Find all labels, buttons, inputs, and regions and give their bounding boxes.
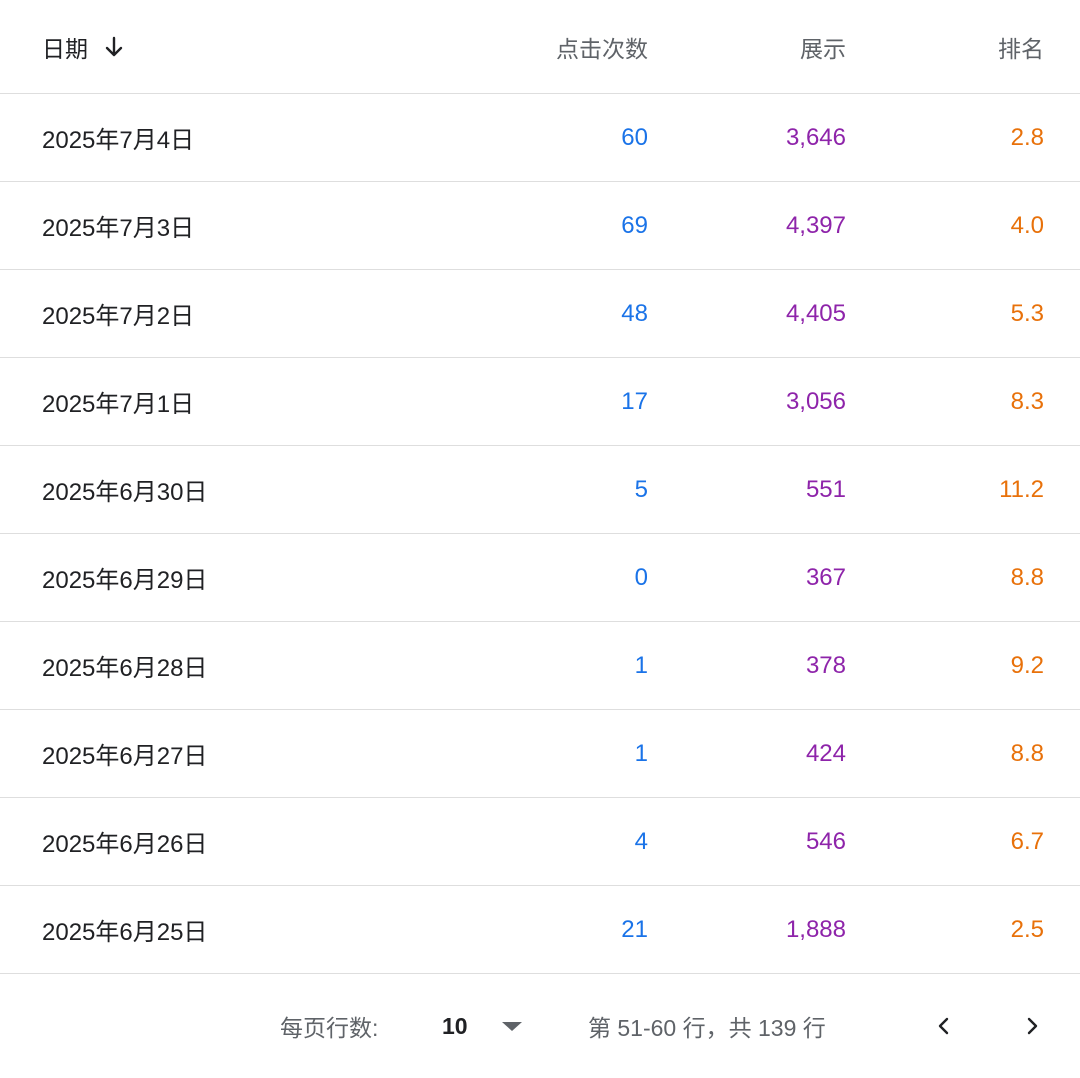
table-row[interactable]: 2025年6月25日 21 1,888 2.5 bbox=[0, 886, 1080, 974]
row-clicks: 17 bbox=[621, 387, 648, 415]
row-date: 2025年6月29日 bbox=[42, 567, 208, 594]
rows-per-page-select[interactable]: 10 bbox=[442, 974, 522, 1078]
performance-table: 日期 点击次数 展示 排名 2025年7月4日 60 3,646 2.8 2025年7月… bbox=[0, 0, 1080, 1078]
rows-per-page-label: 每页行数: bbox=[280, 1015, 379, 1041]
row-impressions: 3,056 bbox=[785, 387, 846, 415]
column-header-date[interactable]: 日期 bbox=[42, 0, 126, 93]
row-clicks: 69 bbox=[621, 211, 648, 239]
row-impressions: 367 bbox=[805, 563, 846, 591]
row-clicks: 21 bbox=[621, 915, 648, 943]
table-row[interactable]: 2025年7月2日 48 4,405 5.3 bbox=[0, 270, 1080, 358]
chevron-right-icon bbox=[1027, 1017, 1038, 1035]
row-position: 5.3 bbox=[1010, 299, 1044, 327]
row-position: 4.0 bbox=[1010, 211, 1044, 239]
page-range-text: 第 51-60 行，共 139 行 bbox=[588, 1015, 826, 1041]
table-row[interactable]: 2025年6月29日 0 367 8.8 bbox=[0, 534, 1080, 622]
dropdown-triangle-icon bbox=[501, 1021, 522, 1031]
row-position: 2.8 bbox=[1010, 123, 1044, 151]
table-header: 日期 点击次数 展示 排名 bbox=[0, 0, 1080, 94]
rows-per-page-value: 10 bbox=[442, 1012, 468, 1039]
arrow-down-icon bbox=[105, 36, 123, 56]
pagination-bar: 每页行数: 10 第 51-60 行，共 139 行 bbox=[0, 974, 1080, 1078]
row-clicks: 5 bbox=[634, 475, 648, 503]
row-impressions: 424 bbox=[805, 739, 846, 767]
column-header-impressions[interactable]: 展示 bbox=[800, 0, 846, 93]
row-date: 2025年6月27日 bbox=[42, 743, 208, 770]
column-header-date-label: 日期 bbox=[42, 35, 88, 62]
column-header-clicks[interactable]: 点击次数 bbox=[556, 0, 648, 93]
table-row[interactable]: 2025年7月3日 69 4,397 4.0 bbox=[0, 182, 1080, 270]
table-body: 2025年7月4日 60 3,646 2.8 2025年7月3日 69 4,397 4.0 20… bbox=[0, 94, 1080, 974]
row-position: 6.7 bbox=[1010, 827, 1044, 855]
row-impressions: 4,397 bbox=[785, 211, 846, 239]
table-row[interactable]: 2025年6月28日 1 378 9.2 bbox=[0, 622, 1080, 710]
row-position: 11.2 bbox=[999, 475, 1044, 503]
row-clicks: 1 bbox=[634, 651, 648, 679]
row-impressions: 378 bbox=[805, 651, 846, 679]
table-row[interactable]: 2025年6月30日 5 551 11.2 bbox=[0, 446, 1080, 534]
row-clicks: 60 bbox=[621, 123, 648, 151]
table-row[interactable]: 2025年7月4日 60 3,646 2.8 bbox=[0, 94, 1080, 182]
row-position: 8.8 bbox=[1010, 739, 1044, 767]
row-impressions: 546 bbox=[805, 827, 846, 855]
row-date: 2025年6月28日 bbox=[42, 655, 208, 682]
row-date: 2025年7月4日 bbox=[42, 127, 195, 154]
row-clicks: 0 bbox=[634, 563, 648, 591]
table-row[interactable]: 2025年6月27日 1 424 8.8 bbox=[0, 710, 1080, 798]
row-clicks: 1 bbox=[634, 739, 648, 767]
chevron-left-icon bbox=[938, 1017, 949, 1035]
row-position: 8.8 bbox=[1010, 563, 1044, 591]
prev-page-button[interactable] bbox=[920, 1002, 968, 1050]
row-date: 2025年6月30日 bbox=[42, 479, 208, 506]
table-row[interactable]: 2025年7月1日 17 3,056 8.3 bbox=[0, 358, 1080, 446]
row-position: 8.3 bbox=[1010, 387, 1044, 415]
row-clicks: 4 bbox=[634, 827, 648, 855]
row-impressions: 551 bbox=[805, 475, 846, 503]
table-row[interactable]: 2025年6月26日 4 546 6.7 bbox=[0, 798, 1080, 886]
column-header-position[interactable]: 排名 bbox=[998, 0, 1044, 93]
row-date: 2025年7月2日 bbox=[42, 303, 195, 330]
row-date: 2025年6月25日 bbox=[42, 919, 208, 946]
row-date: 2025年7月3日 bbox=[42, 215, 195, 242]
row-impressions: 3,646 bbox=[785, 123, 846, 151]
row-position: 2.5 bbox=[1010, 915, 1044, 943]
row-clicks: 48 bbox=[621, 299, 648, 327]
next-page-button[interactable] bbox=[1008, 1002, 1056, 1050]
row-date: 2025年7月1日 bbox=[42, 391, 195, 418]
row-date: 2025年6月26日 bbox=[42, 831, 208, 858]
row-impressions: 4,405 bbox=[785, 299, 846, 327]
row-position: 9.2 bbox=[1010, 651, 1044, 679]
row-impressions: 1,888 bbox=[785, 915, 846, 943]
